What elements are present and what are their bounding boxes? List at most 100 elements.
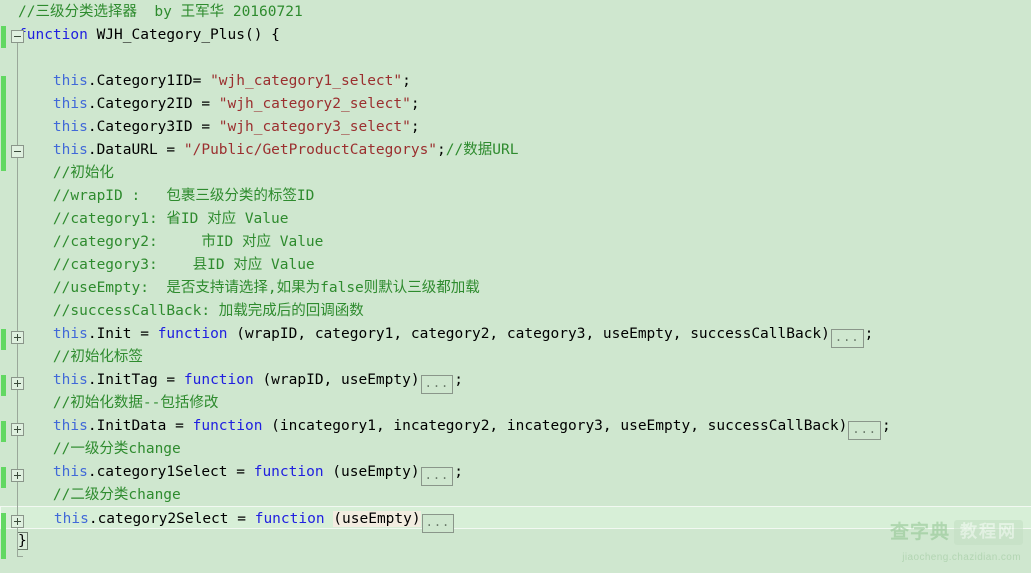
code-token: this	[52, 464, 88, 480]
code-token: }	[17, 532, 28, 550]
code-token: //三级分类选择器 by 王军华 20160721	[18, 4, 303, 20]
code-line[interactable]: //successCallBack: 加载完成后的回调函数	[0, 299, 1031, 322]
code-content[interactable]: //三级分类选择器 by 王军华 20160721 function WJH_Ca…	[0, 0, 1031, 573]
code-token: (useEmpty)	[323, 464, 420, 480]
code-line-text: //useEmpty: 是否支持请选择,如果为false则默认三级都加载	[18, 277, 480, 300]
code-token: ;	[454, 464, 464, 480]
code-token: this	[53, 511, 89, 527]
code-token: //初始化	[52, 165, 114, 181]
code-line[interactable]	[0, 46, 1031, 69]
code-line[interactable]: //二级分类change	[0, 483, 1031, 506]
code-token: "wjh_category3_select"	[218, 119, 411, 135]
code-token: function	[192, 418, 263, 434]
code-token: "wjh_category1_select"	[210, 73, 403, 89]
code-line[interactable]: //一级分类change	[0, 437, 1031, 460]
code-token: "wjh_category2_select"	[218, 96, 411, 112]
code-line-text: //初始化	[18, 162, 114, 185]
code-line[interactable]: }	[0, 529, 1031, 552]
code-token: //category2: 市ID 对应 Value	[52, 234, 324, 250]
code-token: this	[52, 119, 88, 135]
code-token: //数据URL	[445, 142, 519, 158]
code-line-text: //category2: 市ID 对应 Value	[18, 231, 323, 254]
code-token: //初始化数据--包括修改	[52, 395, 219, 411]
code-line[interactable]: this.Category3ID = "wjh_category3_select…	[0, 115, 1031, 138]
code-line[interactable]: //useEmpty: 是否支持请选择,如果为false则默认三级都加载	[0, 276, 1031, 299]
code-token: ;	[410, 119, 420, 135]
code-token: function	[254, 511, 325, 527]
code-token: (wrapID, useEmpty)	[253, 372, 420, 388]
code-token: function	[18, 27, 88, 43]
code-line-text: this.Category3ID = "wjh_category3_select…	[18, 116, 420, 139]
code-token: .category1Select =	[87, 464, 254, 480]
code-line[interactable]: //category3: 县ID 对应 Value	[0, 253, 1031, 276]
code-token: .InitData =	[87, 418, 193, 434]
code-line-text: //category1: 省ID 对应 Value	[18, 208, 289, 231]
code-token: //useEmpty: 是否支持请选择,如果为false则默认三级都加载	[52, 280, 480, 296]
code-line[interactable]: this.DataURL = "/Public/GetProductCatego…	[0, 138, 1031, 161]
code-token: ;	[437, 142, 446, 158]
code-token: //category1: 省ID 对应 Value	[52, 211, 289, 227]
code-line[interactable]: this.Init = function (wrapID, category1,…	[0, 322, 1031, 348]
code-line-text: }	[17, 530, 28, 553]
code-line[interactable]: this.InitTag = function (wrapID, useEmpt…	[0, 368, 1031, 394]
code-token: this	[52, 142, 88, 158]
code-line[interactable]: //category2: 市ID 对应 Value	[0, 230, 1031, 253]
code-line-text: //一级分类change	[18, 438, 181, 461]
code-token: ;	[882, 418, 891, 434]
code-line[interactable]: this.Category2ID = "wjh_category2_select…	[0, 92, 1031, 115]
code-line[interactable]: //初始化	[0, 161, 1031, 184]
code-line-text: //category3: 县ID 对应 Value	[18, 254, 315, 277]
code-token: this	[52, 372, 88, 388]
code-token: .Init =	[87, 326, 158, 342]
code-token: function	[157, 326, 228, 342]
code-token: .InitTag =	[87, 372, 184, 388]
code-token: "/Public/GetProductCategorys"	[183, 142, 438, 158]
code-line-text: function WJH_Category_Plus() {	[18, 24, 280, 47]
code-line[interactable]: //category1: 省ID 对应 Value	[0, 207, 1031, 230]
code-line-text: //三级分类选择器 by 王军华 20160721	[18, 1, 303, 24]
code-line[interactable]: //初始化标签	[0, 345, 1031, 368]
code-token: //wrapID : 包裹三级分类的标签ID	[52, 188, 315, 204]
code-line[interactable]: this.category1Select = function (useEmpt…	[0, 460, 1031, 486]
code-line[interactable]: this.InitData = function (incategory1, i…	[0, 414, 1031, 440]
code-line-text: this.DataURL = "/Public/GetProductCatego…	[18, 139, 519, 162]
code-line-text: //wrapID : 包裹三级分类的标签ID	[18, 185, 314, 208]
code-token: WJH_Category_Plus() {	[87, 27, 280, 43]
code-line-text: //初始化数据--包括修改	[18, 392, 218, 415]
code-editor[interactable]: //三级分类选择器 by 王军华 20160721 function WJH_Ca…	[0, 0, 1031, 573]
code-token: //二级分类change	[52, 487, 181, 503]
code-line[interactable]: //三级分类选择器 by 王军华 20160721	[0, 0, 1031, 23]
code-line[interactable]: function WJH_Category_Plus() {	[0, 23, 1031, 46]
code-token: .category2Select =	[88, 511, 255, 527]
code-line[interactable]: //wrapID : 包裹三级分类的标签ID	[0, 184, 1031, 207]
code-token: ;	[410, 96, 420, 112]
code-line[interactable]: //初始化数据--包括修改	[0, 391, 1031, 414]
code-token: (incategory1, incategory2, incategory3, …	[262, 418, 848, 434]
code-token: this	[52, 326, 88, 342]
code-token: function	[183, 372, 254, 388]
code-line-text: this.Category1ID= "wjh_category1_select"…	[18, 70, 411, 93]
code-token: //初始化标签	[52, 349, 143, 365]
code-line-text: //successCallBack: 加载完成后的回调函数	[18, 300, 364, 323]
code-token: (wrapID, category1, category2, category3…	[227, 326, 830, 342]
code-line[interactable]: this.category2Select = function (useEmpt…	[0, 506, 1031, 533]
code-line[interactable]: this.Category1ID= "wjh_category1_select"…	[0, 69, 1031, 92]
